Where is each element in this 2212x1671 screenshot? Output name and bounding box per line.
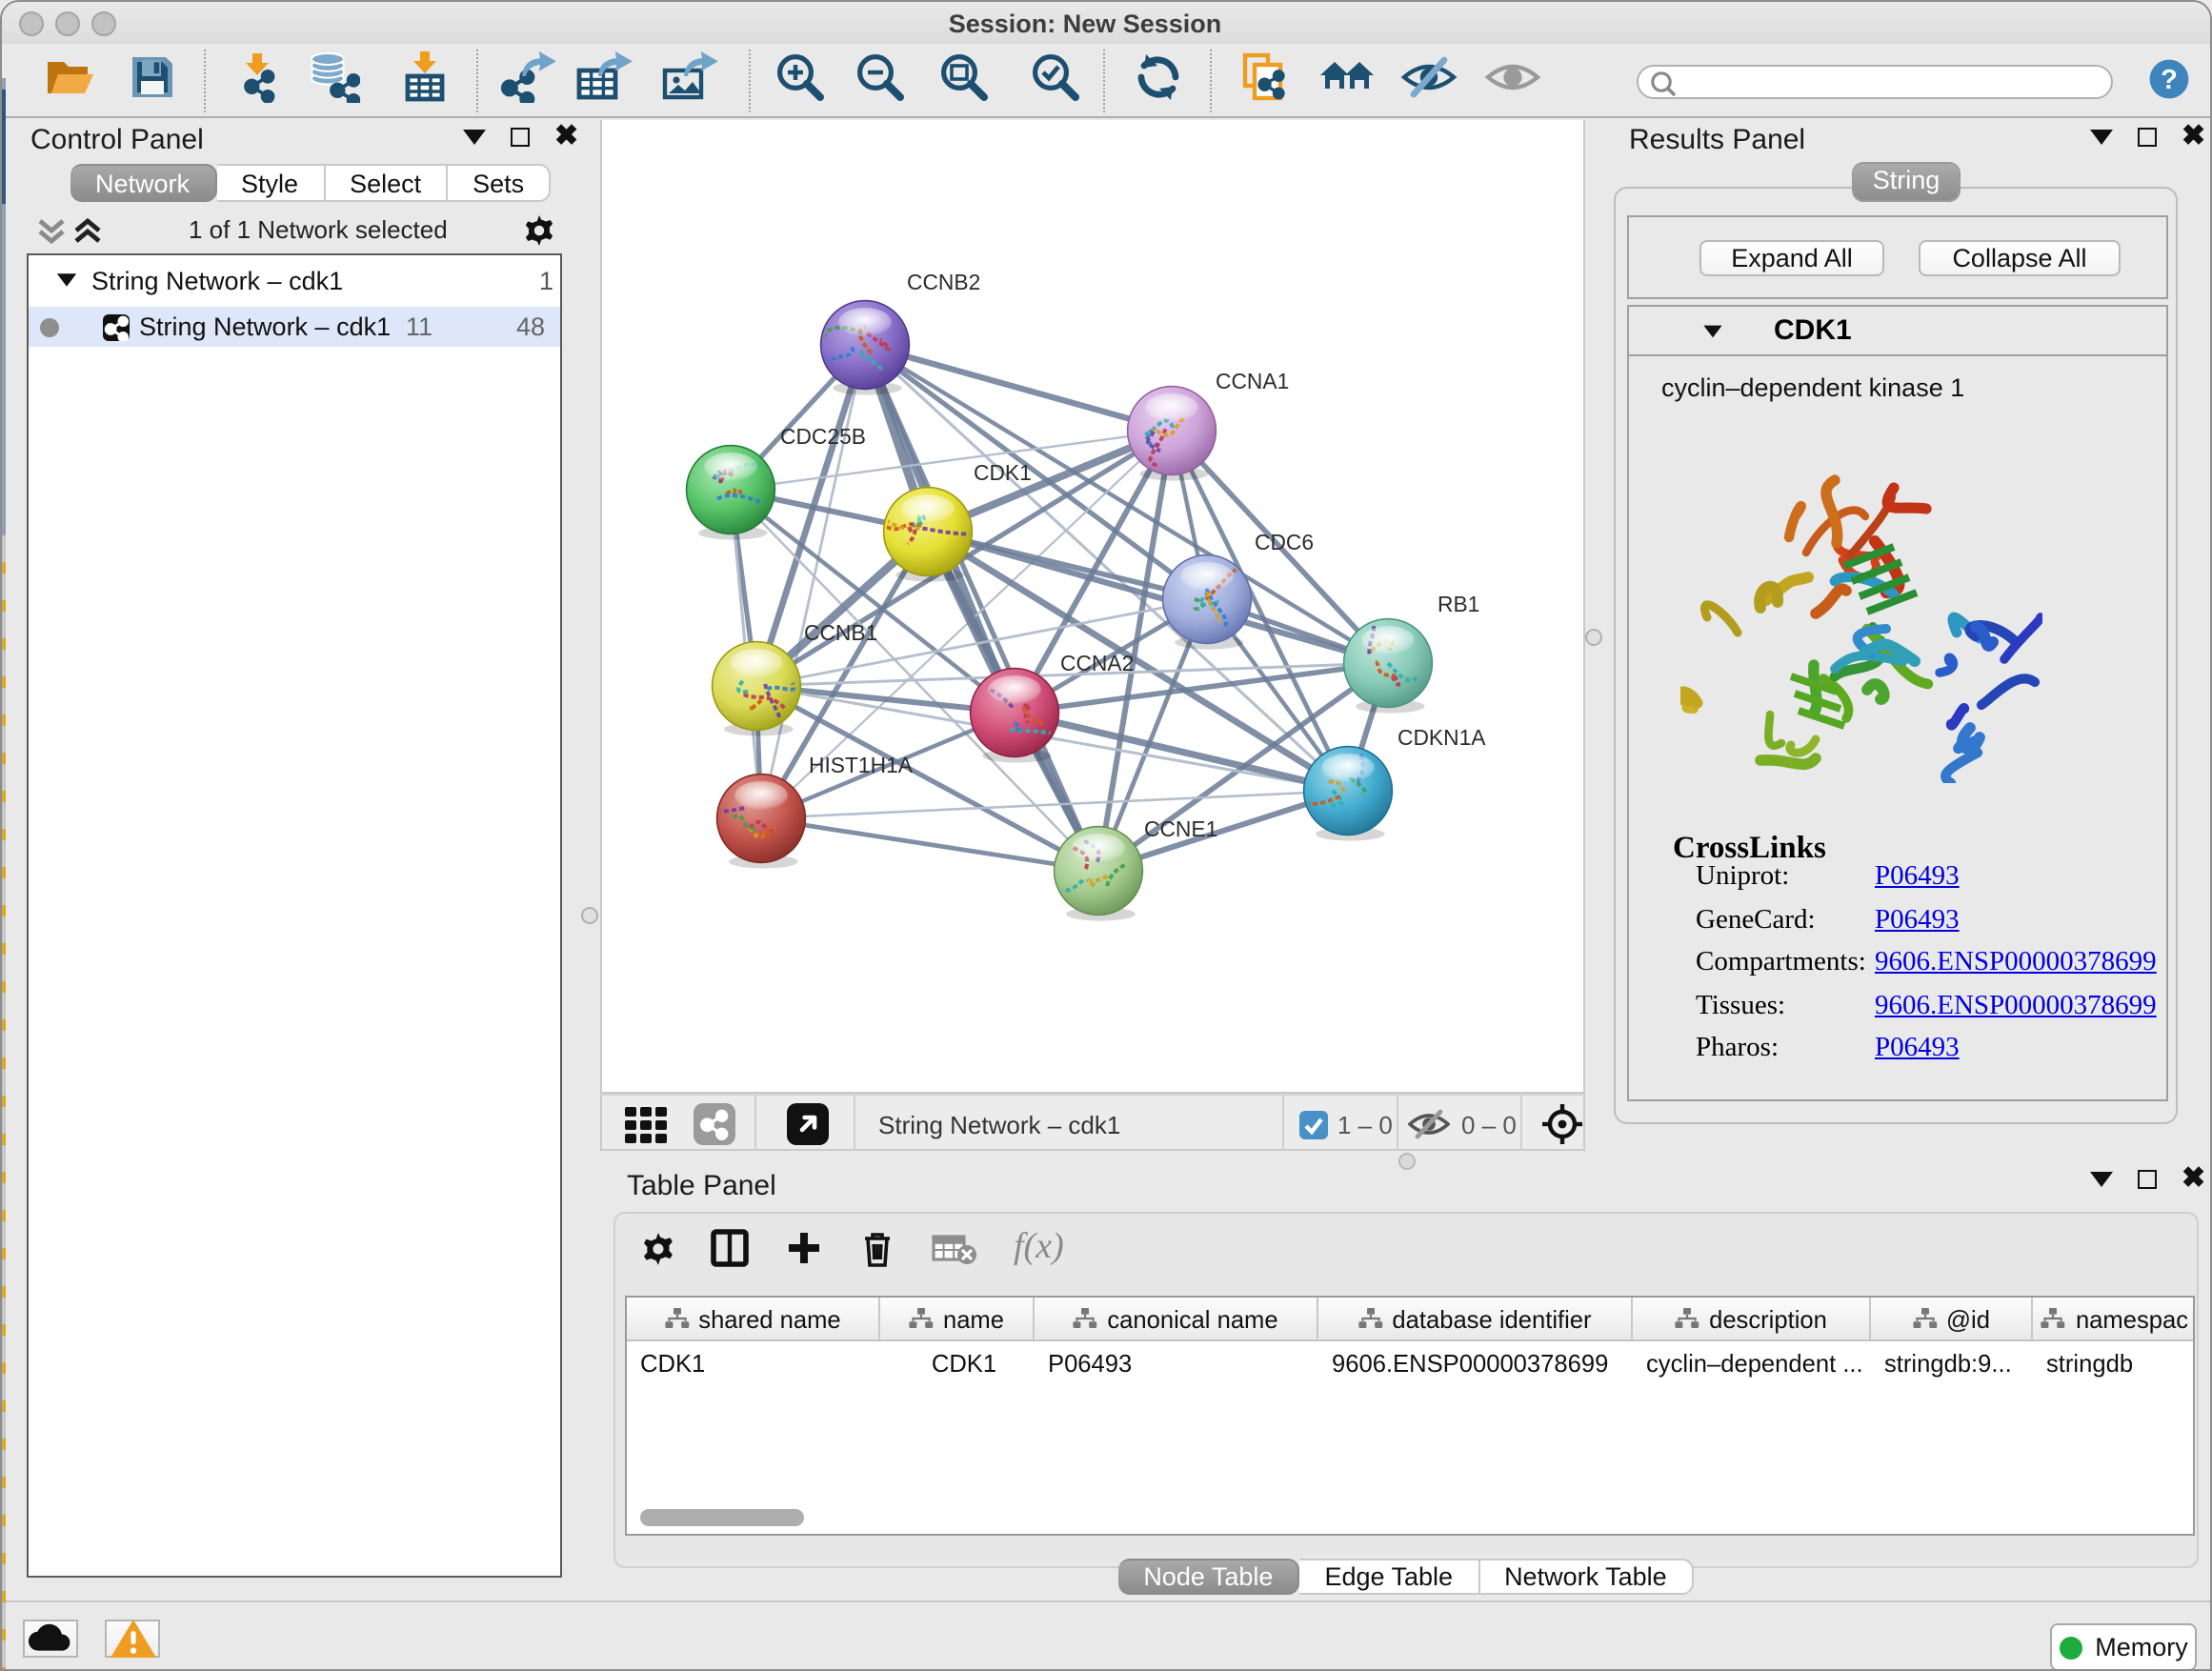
svg-text:CCNA2: CCNA2 xyxy=(1060,651,1134,675)
svg-text:CCNA1: CCNA1 xyxy=(1216,369,1289,393)
svg-text:?: ? xyxy=(2161,65,2178,95)
svg-text:CCNE1: CCNE1 xyxy=(1144,816,1217,841)
svg-text:CCNB1: CCNB1 xyxy=(804,620,877,645)
svg-text:HIST1H1A: HIST1H1A xyxy=(809,753,914,777)
svg-text:CDK1: CDK1 xyxy=(974,460,1032,485)
svg-text:RB1: RB1 xyxy=(1438,592,1479,616)
svg-text:CDKN1A: CDKN1A xyxy=(1398,725,1486,750)
svg-text:CDC6: CDC6 xyxy=(1255,530,1314,554)
svg-text:CCNB2: CCNB2 xyxy=(907,270,980,294)
svg-text:CDC25B: CDC25B xyxy=(780,424,866,449)
